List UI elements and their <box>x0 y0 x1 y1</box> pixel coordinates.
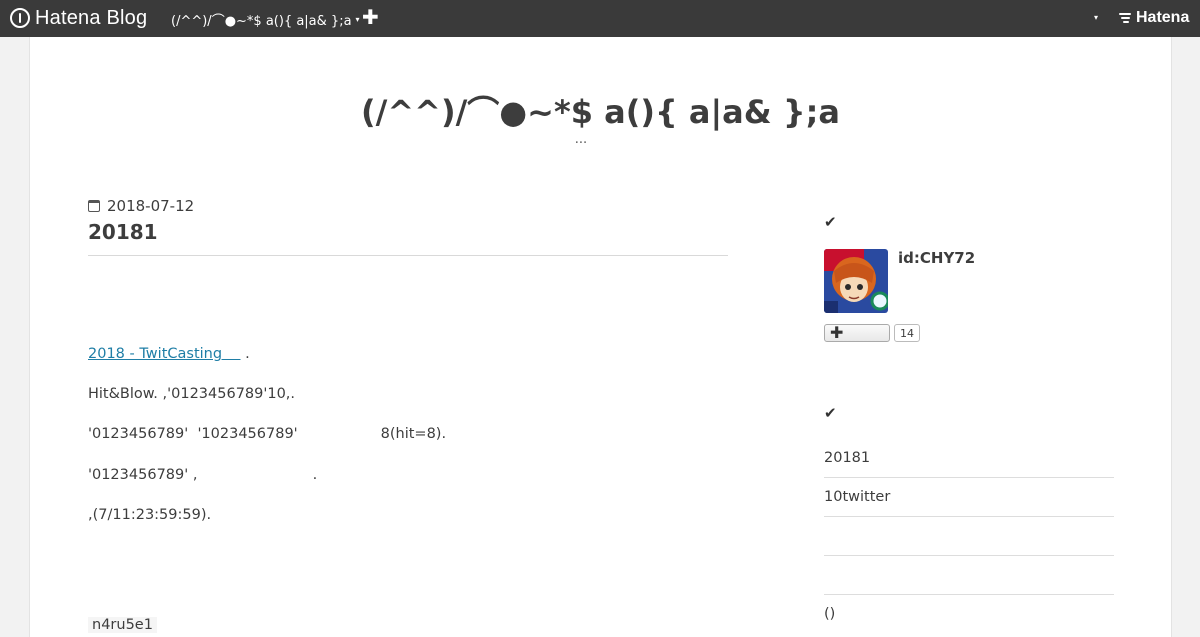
blog-description: ... <box>574 132 588 147</box>
recent-entry-item[interactable] <box>824 556 1114 595</box>
entry-paragraph: '0123456789' , . <box>88 467 318 483</box>
recent-entry-item[interactable]: 10twitter <box>824 478 1114 517</box>
recent-entries-check-icon: ✔ <box>824 404 837 422</box>
entry-paragraph: Hit&Blow. ,'0123456789'10,. <box>88 386 296 402</box>
hatena-home-label: Hatena <box>1136 9 1190 26</box>
avatar[interactable] <box>824 249 888 313</box>
twitcasting-link[interactable]: 2018 - TwitCasting <box>88 346 241 362</box>
profile-module-check-icon: ✔ <box>824 213 837 231</box>
entry-date-text: 2018-07-12 <box>107 197 195 215</box>
recent-entries-list: 20181 10twitter () <box>824 439 1114 634</box>
chevron-down-icon: ▾ <box>355 15 360 24</box>
entry-divider <box>88 255 728 256</box>
recent-entry-item[interactable]: () <box>824 595 1114 634</box>
entry-paragraph: ,(7/11:23:59:59). <box>88 507 212 523</box>
user-menu-chevron-down-icon[interactable]: ▾ <box>1094 13 1098 22</box>
hatena-blog-logo-text: Hatena Blog <box>35 6 148 29</box>
blog-switcher-menu[interactable]: (/^^)/⌒●~*$ a(){ a|a& };a ▾ <box>171 10 360 29</box>
blog-switcher-label: (/^^)/⌒●~*$ a(){ a|a& };a <box>171 14 352 29</box>
follower-count-badge[interactable]: 14 <box>894 324 920 342</box>
calendar-icon <box>88 200 100 212</box>
hatena-blog-logo-icon <box>10 8 30 28</box>
entry-date[interactable]: 2018-07-12 <box>88 197 194 215</box>
entry-title[interactable]: 20181 <box>88 220 158 244</box>
recent-entry-item[interactable]: 20181 <box>824 439 1114 478</box>
link-suffix: . <box>240 346 250 362</box>
follow-widget: ✚ 14 <box>824 323 920 342</box>
global-header: Hatena Blog (/^^)/⌒●~*$ a(){ a|a& };a ▾ … <box>0 0 1200 37</box>
blog-container: (/^^)/⌒●~*$ a(){ a|a& };a ... 2018-07-12… <box>29 37 1172 637</box>
hatena-wifi-icon <box>1119 13 1133 23</box>
new-post-button[interactable]: ✚ <box>362 5 379 29</box>
entry-paragraph: '0123456789' '1023456789' 8(hit=8). <box>88 426 447 442</box>
hatena-blog-logo[interactable]: Hatena Blog <box>10 6 147 30</box>
blog-title[interactable]: (/^^)/⌒●~*$ a(){ a|a& };a <box>30 87 1171 133</box>
entry-code-snippet: n4ru5e1 <box>88 617 157 633</box>
profile-id-link[interactable]: id:CHY72 <box>898 249 975 267</box>
hatena-home-link[interactable]: Hatena <box>1119 9 1189 27</box>
recent-entry-item[interactable] <box>824 517 1114 556</box>
follow-button[interactable]: ✚ <box>824 323 890 342</box>
plus-icon: ✚ <box>830 323 844 342</box>
entry-paragraph-link: 2018 - TwitCasting . <box>88 346 250 362</box>
